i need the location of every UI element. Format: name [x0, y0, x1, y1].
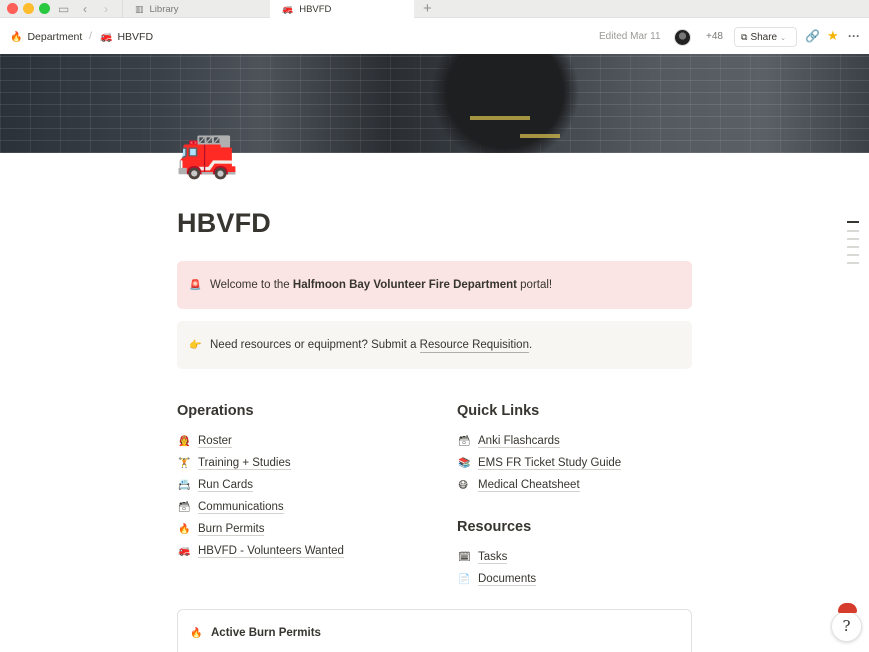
- page-cover-image: [0, 54, 869, 153]
- calendar-icon: 🗓: [458, 552, 471, 563]
- welcome-callout: 🚨 Welcome to the Halfmoon Bay Volunteer F…: [177, 261, 692, 309]
- help-button[interactable]: ?: [831, 611, 862, 642]
- pointing-hand-icon: 👉: [189, 340, 202, 351]
- operations-heading: Operations: [177, 403, 254, 419]
- tab-label: HBVFD: [299, 4, 332, 15]
- back-arrow-icon[interactable]: ‹: [83, 1, 87, 17]
- link-run-cards[interactable]: 📇 Run Cards: [178, 477, 253, 494]
- link-communications[interactable]: 🗃 Communications: [178, 499, 284, 516]
- link-label: Training + Studies: [198, 457, 291, 470]
- callout-bold-text: Halfmoon Bay Volunteer Fire Department: [292, 279, 517, 291]
- collaborators-count[interactable]: +48: [706, 31, 723, 42]
- fire-icon: 🔥: [10, 32, 23, 43]
- breadcrumb-department[interactable]: 🔥 Department: [10, 30, 82, 45]
- resource-requisition-link[interactable]: Resource Requisition: [419, 339, 529, 353]
- toc-marker[interactable]: [847, 262, 859, 264]
- link-label: Run Cards: [198, 479, 253, 492]
- fire-engine-icon: 🚒: [178, 546, 191, 557]
- breadcrumb-separator: /: [89, 30, 92, 42]
- link-tasks[interactable]: 🗓 Tasks: [458, 549, 508, 566]
- resources-heading: Resources: [457, 519, 532, 535]
- breadcrumb-label: HBVFD: [117, 31, 154, 43]
- breadcrumb-label: Department: [27, 31, 83, 43]
- cover-reflective-stripe: [470, 116, 530, 120]
- share-button[interactable]: ⧉ Share ⌄: [734, 27, 797, 47]
- callout-text: portal!: [516, 279, 553, 291]
- card-index-icon: 📇: [178, 480, 191, 491]
- forward-arrow-icon[interactable]: ›: [104, 1, 108, 17]
- page-topbar: 🔥 Department / 🚒 HBVFD Edited Mar 11 +48 ⧉…: [0, 18, 869, 54]
- file-box-icon: 🗃: [458, 436, 471, 447]
- cover-reflective-stripe: [520, 134, 560, 138]
- link-label: Documents: [478, 573, 537, 586]
- cover-firefighter-silhouette: [430, 54, 580, 153]
- callout-text: .: [528, 339, 533, 351]
- fire-icon: 🔥: [178, 524, 191, 535]
- toc-marker[interactable]: [847, 230, 859, 232]
- tab-hbvfd[interactable]: 🚒 HBVFD: [270, 0, 414, 18]
- link-label: Medical Cheatsheet: [478, 479, 580, 492]
- share-icon: ⧉: [741, 32, 748, 42]
- fullscreen-window-button[interactable]: [39, 3, 50, 14]
- link-label: Communications: [198, 501, 284, 514]
- callout-text: Welcome to the: [210, 279, 293, 291]
- books-icon: 📚: [458, 458, 471, 469]
- tab-library[interactable]: ▥ Library: [122, 0, 270, 18]
- link-label: EMS FR Ticket Study Guide: [478, 457, 622, 470]
- library-icon: ▥: [135, 4, 144, 14]
- page-title[interactable]: HBVFD: [177, 208, 271, 239]
- favorite-star-icon[interactable]: ★: [827, 29, 839, 43]
- browser-tab-bar: ▭ ‹ › ▥ Library 🚒 HBVFD +: [0, 0, 869, 18]
- card-title: 🔥 Active Burn Permits: [190, 627, 321, 639]
- link-label: Burn Permits: [198, 523, 265, 536]
- toc-marker[interactable]: [847, 254, 859, 256]
- toc-marker[interactable]: [847, 238, 859, 240]
- link-ems-study-guide[interactable]: 📚 EMS FR Ticket Study Guide: [458, 455, 622, 472]
- link-label: HBVFD - Volunteers Wanted: [198, 545, 344, 558]
- weightlifter-icon: 🏋: [178, 458, 191, 469]
- link-roster[interactable]: 👩‍🚒 Roster: [178, 433, 232, 450]
- fire-engine-icon: 🚒: [282, 4, 294, 14]
- fire-helmet-icon: [838, 603, 857, 613]
- help-label: ?: [842, 617, 851, 635]
- chevron-down-icon: ⌄: [780, 35, 786, 42]
- document-icon: 📄: [458, 574, 471, 585]
- close-window-button[interactable]: [7, 3, 18, 14]
- file-box-icon: 🗃: [178, 502, 191, 513]
- siren-icon: 🚨: [189, 280, 202, 291]
- share-label: Share: [750, 32, 778, 43]
- minimize-window-button[interactable]: [23, 3, 34, 14]
- link-anki-flashcards[interactable]: 🗃 Anki Flashcards: [458, 433, 560, 450]
- tab-label: Library: [149, 4, 179, 15]
- fire-engine-icon: 🚒: [100, 32, 113, 43]
- avatar[interactable]: [674, 29, 691, 46]
- link-volunteers-wanted[interactable]: 🚒 HBVFD - Volunteers Wanted: [178, 543, 344, 560]
- more-options-icon[interactable]: ···: [848, 29, 860, 43]
- firefighter-icon: 👩‍🚒: [178, 436, 191, 447]
- sidebar-toggle-icon[interactable]: ▭: [58, 1, 69, 17]
- breadcrumb-hbvfd[interactable]: 🚒 HBVFD: [100, 30, 153, 45]
- quick-links-heading: Quick Links: [457, 403, 540, 419]
- link-icon[interactable]: 🔗: [805, 29, 820, 43]
- active-burn-permits-card[interactable]: 🔥 Active Burn Permits: [177, 609, 692, 652]
- link-burn-permits[interactable]: 🔥 Burn Permits: [178, 521, 265, 538]
- toc-marker[interactable]: [847, 246, 859, 248]
- callout-text: Need resources or equipment? Submit a: [210, 339, 420, 351]
- new-tab-button[interactable]: +: [423, 0, 432, 17]
- page-icon[interactable]: 🚒: [176, 124, 238, 180]
- link-medical-cheatsheet[interactable]: 😷 Medical Cheatsheet: [458, 477, 580, 494]
- face-mask-icon: 😷: [458, 480, 469, 491]
- toc-marker-active[interactable]: [847, 221, 859, 223]
- edited-timestamp[interactable]: Edited Mar 11: [599, 31, 661, 42]
- link-label: Roster: [198, 435, 232, 448]
- resources-callout: 👉 Need resources or equipment? Submit a R…: [177, 321, 692, 369]
- fire-icon: 🔥: [190, 628, 203, 639]
- link-training-studies[interactable]: 🏋 Training + Studies: [178, 455, 291, 472]
- card-title-label: Active Burn Permits: [211, 627, 321, 639]
- link-label: Anki Flashcards: [478, 435, 560, 448]
- link-label: Tasks: [478, 551, 508, 564]
- link-documents[interactable]: 📄 Documents: [458, 571, 537, 588]
